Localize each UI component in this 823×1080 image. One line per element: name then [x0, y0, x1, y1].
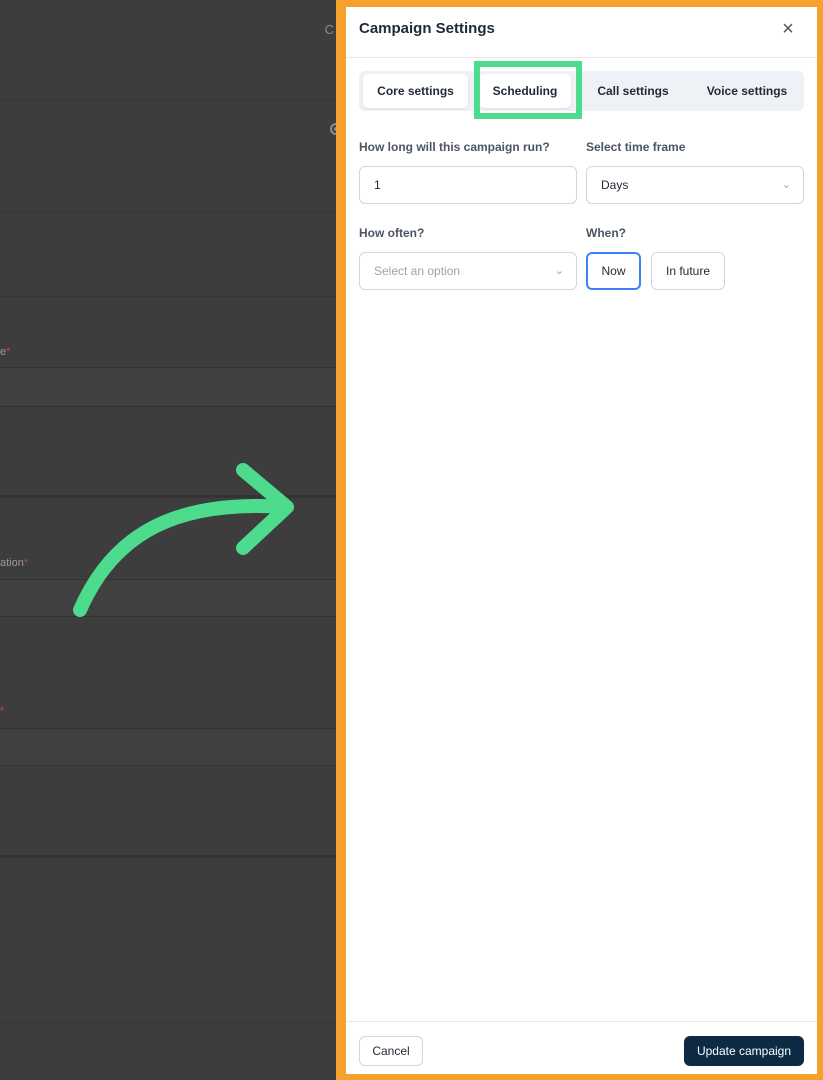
- campaign-settings-drawer: Campaign Settings × Core settings Schedu…: [346, 7, 817, 1074]
- drawer-footer: Cancel Update campaign: [346, 1021, 817, 1074]
- time-frame-select[interactable]: Days ⌄: [586, 166, 804, 204]
- time-frame-value: Days: [601, 178, 629, 192]
- when-now-option[interactable]: Now: [586, 252, 641, 290]
- background-peek-text: C: [324, 22, 334, 37]
- when-in-future-option[interactable]: In future: [651, 252, 725, 290]
- drawer-header: Campaign Settings ×: [346, 7, 817, 58]
- when-label: When?: [586, 226, 626, 240]
- divider: [0, 100, 336, 101]
- background-field-label: e*: [0, 346, 11, 358]
- update-campaign-button[interactable]: Update campaign: [684, 1036, 804, 1066]
- background-field-label: *: [0, 705, 5, 717]
- duration-input[interactable]: 1: [359, 166, 577, 204]
- cancel-button[interactable]: Cancel: [359, 1036, 423, 1066]
- duration-label: How long will this campaign run?: [359, 140, 550, 154]
- time-frame-label: Select time frame: [586, 140, 686, 154]
- divider: [0, 296, 336, 297]
- frequency-label: How often?: [359, 226, 425, 240]
- tab-core-settings[interactable]: Core settings: [363, 74, 468, 108]
- active-tab-highlight: [474, 61, 582, 119]
- background-input: [0, 367, 336, 407]
- divider: [0, 1022, 336, 1023]
- pointer-arrow-icon: [73, 463, 294, 617]
- background-field-label: ation*: [0, 557, 29, 569]
- gear-icon: [326, 122, 336, 136]
- chevron-down-icon: ⌄: [554, 265, 564, 277]
- chevron-down-icon: ⌄: [781, 179, 791, 191]
- divider: [0, 212, 336, 213]
- tab-voice-settings[interactable]: Voice settings: [695, 74, 799, 108]
- drawer-title: Campaign Settings: [359, 20, 495, 37]
- background-input: [0, 728, 336, 766]
- close-icon[interactable]: ×: [778, 19, 798, 39]
- divider: [0, 855, 336, 858]
- frequency-select[interactable]: Select an option ⌄: [359, 252, 577, 290]
- tab-call-settings[interactable]: Call settings: [581, 74, 685, 108]
- frequency-placeholder: Select an option: [374, 264, 461, 278]
